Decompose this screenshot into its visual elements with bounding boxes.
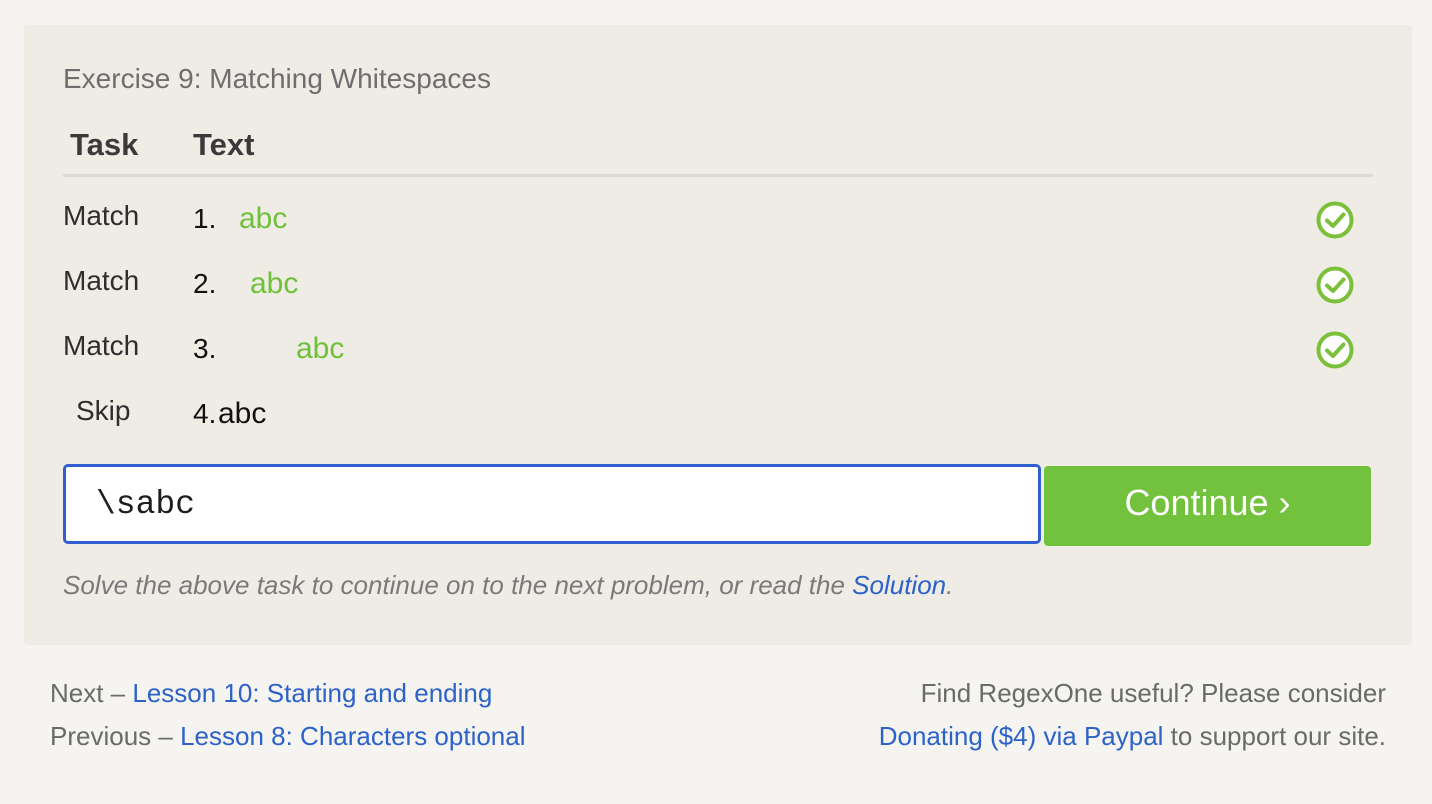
previous-lesson-link[interactable]: Lesson 8: Characters optional xyxy=(180,721,525,751)
task-label: Match xyxy=(63,200,140,231)
check-circle-icon xyxy=(1316,266,1354,304)
row-number: 1. xyxy=(193,203,217,234)
next-lesson-line: Next – Lesson 10: Starting and ending xyxy=(50,678,492,709)
table-row: Match 1. abc xyxy=(24,194,1412,244)
next-lesson-link[interactable]: Lesson 10: Starting and ending xyxy=(132,678,492,708)
support-line: Find RegexOne useful? Please consider xyxy=(920,678,1386,708)
row-text: abc xyxy=(239,202,288,235)
task-label: Skip xyxy=(76,395,131,426)
exercise-panel: Exercise 9: Matching Whitespaces Task Te… xyxy=(24,25,1412,645)
regex-input[interactable] xyxy=(66,467,1038,541)
row-number: 4. xyxy=(193,398,217,429)
check-circle-icon xyxy=(1316,331,1354,369)
row-number: 3. xyxy=(193,333,217,364)
row-text: abc xyxy=(250,267,299,300)
row-text: abc xyxy=(296,332,345,365)
donate-link[interactable]: Donating ($4) via Paypal xyxy=(879,721,1164,751)
previous-lesson-line: Previous – Lesson 8: Characters optional xyxy=(50,721,526,752)
column-header-task: Task xyxy=(70,127,139,162)
task-label: Match xyxy=(63,330,140,361)
next-prefix: Next – xyxy=(50,678,133,708)
check-circle-icon xyxy=(1316,201,1354,239)
table-row: Skip 4. abc xyxy=(24,389,1412,439)
previous-prefix: Previous – xyxy=(50,721,181,751)
row-text: abc xyxy=(218,397,267,430)
solution-link[interactable]: Solution xyxy=(852,570,946,600)
task-label: Match xyxy=(63,265,140,296)
regex-input-container xyxy=(63,464,1041,544)
hint-suffix: . xyxy=(946,570,954,600)
donate-suffix: to support our site. xyxy=(1163,721,1386,751)
table-row: Match 2. abc xyxy=(24,259,1412,309)
column-header-text: Text xyxy=(193,127,255,162)
hint-text: Solve the above task to continue on to t… xyxy=(63,570,953,601)
table-row: Match 3. abc xyxy=(24,324,1412,374)
donate-line: Donating ($4) via Paypal to support our … xyxy=(879,721,1386,752)
continue-button[interactable]: Continue › xyxy=(1044,466,1371,546)
header-divider xyxy=(63,174,1373,177)
exercise-title: Exercise 9: Matching Whitespaces xyxy=(63,63,491,94)
hint-message: Solve the above task to continue on to t… xyxy=(63,570,853,600)
row-number: 2. xyxy=(193,268,217,299)
